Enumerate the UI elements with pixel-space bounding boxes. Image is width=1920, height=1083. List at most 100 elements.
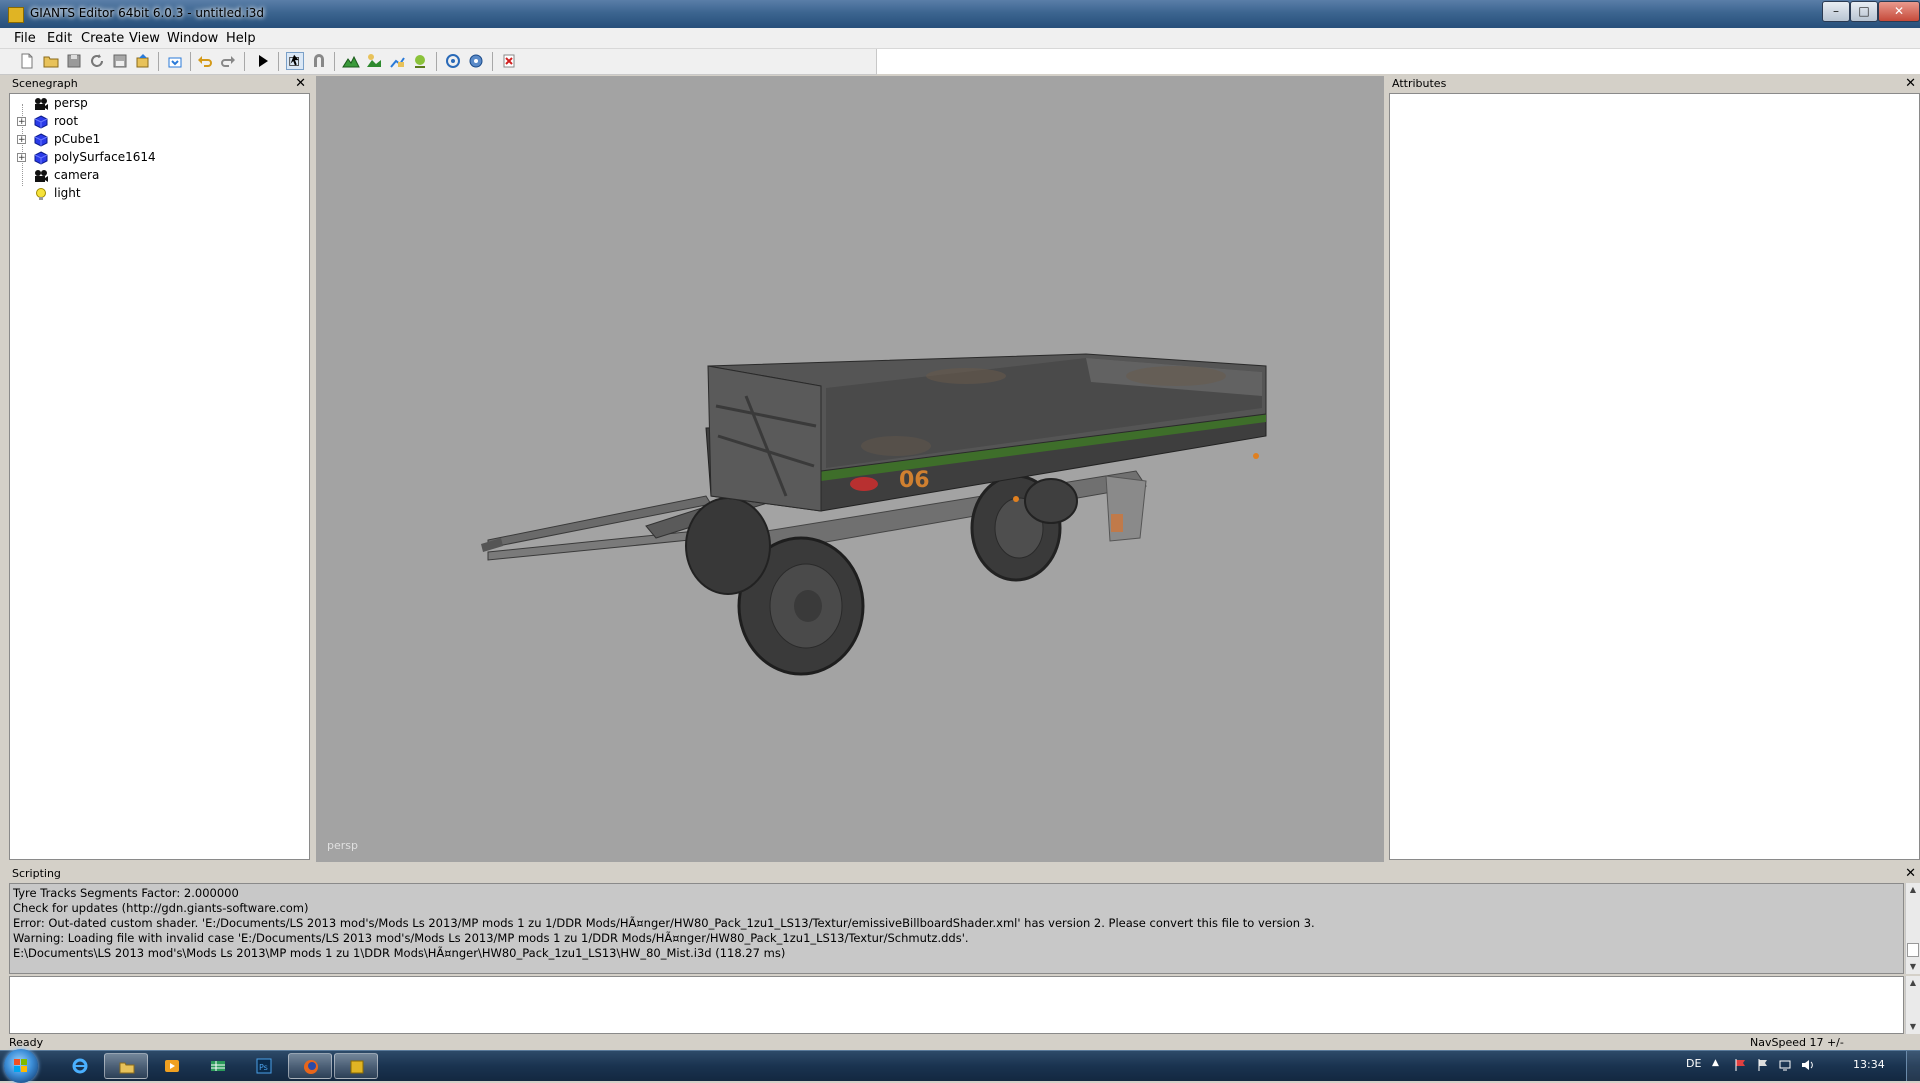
tree-node-camera[interactable]: camera <box>10 167 300 185</box>
volume-icon[interactable] <box>1800 1058 1814 1072</box>
attributes-title: Attributes <box>1392 77 1447 90</box>
camera-icon <box>35 98 48 110</box>
cube-icon <box>34 133 48 147</box>
toolbar-separator <box>158 52 159 71</box>
open-file-icon[interactable] <box>42 52 60 70</box>
export-icon[interactable] <box>134 52 152 70</box>
new-file-icon[interactable] <box>18 52 36 70</box>
svg-text:Ps: Ps <box>259 1063 268 1072</box>
add-light-icon[interactable] <box>411 52 429 70</box>
tray-expand-icon[interactable]: ▲ <box>1712 1058 1719 1068</box>
save-icon[interactable] <box>111 52 129 70</box>
toolbar-separator <box>436 52 437 71</box>
menu-view[interactable]: View <box>129 31 160 46</box>
menu-file[interactable]: File <box>14 31 36 46</box>
tree-node-polysurface1614[interactable]: + polySurface1614 <box>10 149 300 167</box>
log-scrollbar[interactable]: ▲ ▼ <box>1905 883 1920 974</box>
flag-icon[interactable] <box>1756 1058 1770 1072</box>
tree-node-light[interactable]: light <box>10 185 300 203</box>
scripting-header: Scripting ✕ <box>9 866 1920 882</box>
windows-logo-icon <box>14 1059 27 1072</box>
taskbar-file-explorer[interactable] <box>104 1053 148 1079</box>
language-indicator[interactable]: DE <box>1686 1057 1701 1070</box>
giants-app-icon <box>8 7 24 23</box>
scroll-thumb[interactable] <box>1907 943 1919 957</box>
tree-node-persp[interactable]: persp <box>10 95 300 113</box>
log-line: Tyre Tracks Segments Factor: 2.000000 <box>13 886 239 900</box>
add-terrain-icon[interactable] <box>342 52 360 70</box>
show-desktop-button[interactable] <box>1906 1051 1920 1081</box>
refresh-icon[interactable] <box>88 52 106 70</box>
scroll-down-icon[interactable]: ▼ <box>1906 960 1920 974</box>
taskbar-giants-editor[interactable] <box>334 1053 378 1079</box>
start-button[interactable] <box>4 1049 38 1083</box>
attributes-close-button[interactable]: ✕ <box>1905 76 1916 92</box>
attributes-panel <box>1389 93 1920 860</box>
redo-icon[interactable] <box>219 52 237 70</box>
scripting-title: Scripting <box>12 867 61 880</box>
menu-window[interactable]: Window <box>167 31 218 46</box>
play-icon[interactable] <box>254 52 272 70</box>
status-text: Ready <box>9 1036 44 1049</box>
file-explorer-icon <box>119 1062 135 1074</box>
tree-node-label: light <box>54 186 81 200</box>
toolbar <box>0 49 877 75</box>
cube-icon <box>34 151 48 165</box>
scroll-down-icon[interactable]: ▼ <box>1906 1020 1920 1034</box>
window-titlebar: GIANTS Editor 64bit 6.0.3 - untitled.i3d… <box>0 0 1920 28</box>
scroll-up-icon[interactable]: ▲ <box>1906 976 1920 990</box>
scenegraph-header: Scenegraph ✕ <box>9 76 310 92</box>
maximize-button[interactable]: □ <box>1850 1 1878 22</box>
taskbar-firefox[interactable] <box>288 1053 332 1079</box>
tree-node-label: pCube1 <box>54 132 101 146</box>
delete-icon[interactable] <box>500 52 518 70</box>
script-input-area[interactable] <box>9 976 1904 1034</box>
settings-icon[interactable] <box>467 52 485 70</box>
toolbar-separator <box>334 52 335 71</box>
taskbar-media-player[interactable] <box>150 1053 194 1079</box>
taskbar-internet-explorer[interactable] <box>58 1053 102 1079</box>
scripting-close-button[interactable]: ✕ <box>1905 866 1916 882</box>
scenegraph-title: Scenegraph <box>12 77 78 90</box>
spreadsheet-icon <box>211 1061 225 1071</box>
system-clock[interactable]: 13:34 <box>1853 1058 1885 1071</box>
tree-node-root[interactable]: + root <box>10 113 300 131</box>
add-shape-icon[interactable] <box>365 52 383 70</box>
scenegraph-close-button[interactable]: ✕ <box>295 76 306 92</box>
photoshop-icon: Ps <box>256 1058 272 1074</box>
expand-toggle[interactable]: + <box>17 135 26 145</box>
log-line: E:\Documents\LS 2013 mod's\Mods Ls 2013\… <box>13 946 786 960</box>
scroll-up-icon[interactable]: ▲ <box>1906 883 1920 897</box>
select-tool-icon[interactable] <box>286 52 304 70</box>
light-bulb-icon <box>36 188 46 200</box>
media-player-icon <box>165 1060 179 1072</box>
internet-explorer-icon <box>72 1058 88 1074</box>
taskbar-spreadsheet[interactable] <box>196 1053 240 1079</box>
toolbar-empty-area <box>877 49 1920 74</box>
expand-toggle[interactable]: + <box>17 153 26 163</box>
giants-editor-icon <box>350 1060 364 1074</box>
save-gray-icon[interactable] <box>65 52 83 70</box>
magnet-icon[interactable] <box>310 52 328 70</box>
taskbar-photoshop[interactable]: Ps <box>242 1053 286 1079</box>
close-window-button[interactable]: ✕ <box>1878 1 1920 22</box>
import-icon[interactable] <box>166 52 184 70</box>
menu-edit[interactable]: Edit <box>47 31 72 46</box>
firefox-icon <box>304 1060 318 1074</box>
tree-node-label: root <box>54 114 79 128</box>
network-icon[interactable] <box>1778 1058 1792 1072</box>
menu-help[interactable]: Help <box>226 31 256 46</box>
attributes-header: Attributes ✕ <box>1389 76 1920 92</box>
camera-icon <box>35 170 48 182</box>
menu-create[interactable]: Create <box>81 31 124 46</box>
tree-node-pcube1[interactable]: + pCube1 <box>10 131 300 149</box>
expand-toggle[interactable]: + <box>17 117 26 127</box>
3d-viewport[interactable]: 06 persp <box>316 76 1384 862</box>
rotate-icon[interactable] <box>444 52 462 70</box>
input-scrollbar[interactable]: ▲ ▼ <box>1905 976 1920 1034</box>
menu-bar: File Edit Create View Window Help <box>0 28 1920 49</box>
add-transform-icon[interactable] <box>388 52 406 70</box>
minimize-button[interactable]: – <box>1822 1 1850 22</box>
undo-icon[interactable] <box>196 52 214 70</box>
action-center-flag-icon[interactable] <box>1734 1058 1748 1072</box>
